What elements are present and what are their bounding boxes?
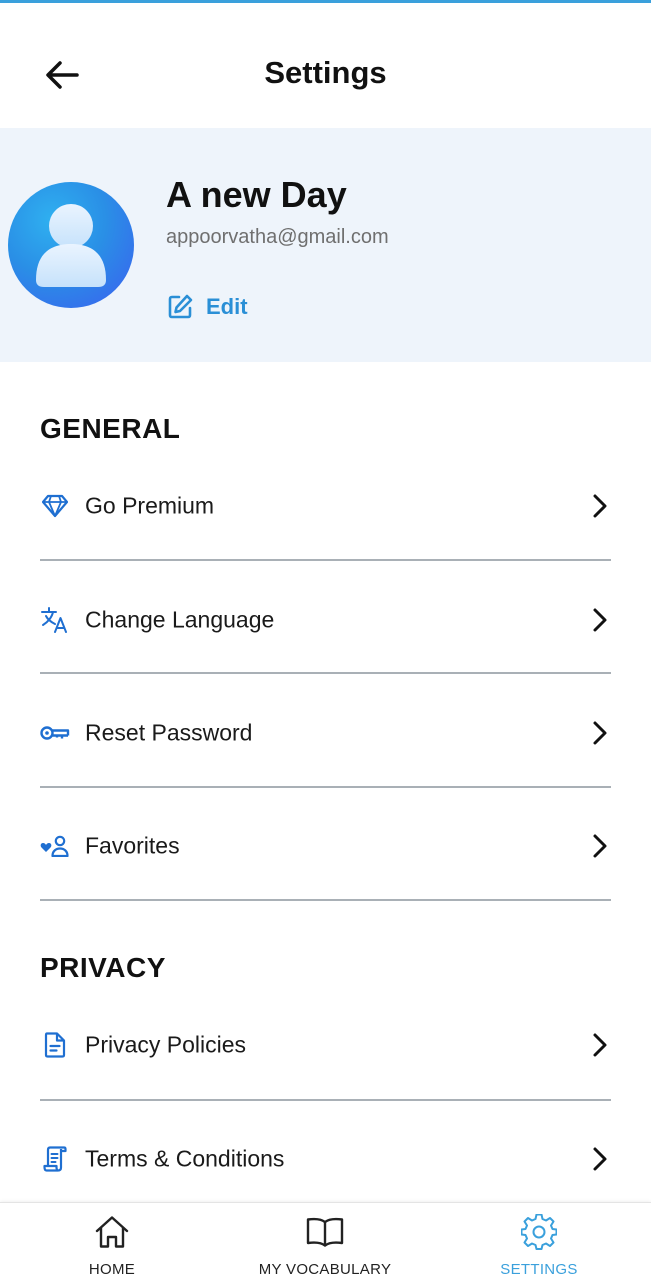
settings-item-label: Terms & Conditions bbox=[85, 1145, 285, 1171]
document-icon bbox=[40, 1030, 70, 1060]
settings-item-favorites[interactable]: Favorites bbox=[40, 789, 611, 902]
profile-name: A new Day bbox=[166, 174, 347, 215]
nav-item-home[interactable]: HOME bbox=[52, 1203, 172, 1280]
nav-item-settings[interactable]: SETTINGS bbox=[486, 1203, 592, 1280]
divider bbox=[40, 559, 611, 561]
settings-item-terms-conditions[interactable]: Terms & Conditions bbox=[40, 1102, 611, 1215]
nav-label: SETTINGS bbox=[500, 1261, 578, 1278]
edit-label: Edit bbox=[206, 294, 248, 319]
divider bbox=[40, 786, 611, 788]
chevron-right-icon bbox=[589, 831, 611, 861]
settings-screen: Settings A new Day appoorvatha@gmail.com bbox=[0, 0, 651, 1280]
settings-item-label: Favorites bbox=[85, 832, 180, 858]
section-title-privacy: PRIVACY bbox=[40, 952, 166, 983]
section-title-general: GENERAL bbox=[40, 413, 181, 444]
home-icon bbox=[92, 1213, 132, 1251]
settings-item-change-language[interactable]: Change Language bbox=[40, 563, 611, 676]
divider bbox=[40, 672, 611, 674]
nav-label: HOME bbox=[88, 1261, 136, 1278]
user-avatar-icon bbox=[36, 204, 106, 287]
edit-icon bbox=[168, 294, 193, 319]
settings-item-label: Go Premium bbox=[85, 492, 215, 518]
settings-item-label: Privacy Policies bbox=[85, 1031, 247, 1057]
gear-icon bbox=[519, 1213, 559, 1251]
edit-profile-button[interactable]: Edit bbox=[166, 290, 248, 324]
chevron-right-icon bbox=[589, 491, 611, 521]
avatar[interactable] bbox=[8, 182, 134, 308]
favorite-person-icon bbox=[40, 831, 70, 861]
settings-item-label: Reset Password bbox=[85, 719, 253, 745]
page-title: Settings bbox=[264, 55, 387, 90]
divider bbox=[40, 899, 611, 901]
settings-item-privacy-policies[interactable]: Privacy Policies bbox=[40, 988, 611, 1101]
chevron-right-icon bbox=[589, 1030, 611, 1060]
chevron-right-icon bbox=[589, 718, 611, 748]
nav-label: MY VOCABULARY bbox=[258, 1261, 392, 1278]
book-icon bbox=[305, 1213, 345, 1251]
translate-icon bbox=[40, 605, 70, 635]
key-icon bbox=[40, 718, 70, 748]
divider bbox=[40, 1099, 611, 1101]
app-header: Settings bbox=[0, 3, 651, 128]
settings-item-reset-password[interactable]: Reset Password bbox=[40, 676, 611, 789]
settings-item-go-premium[interactable]: Go Premium bbox=[40, 449, 611, 562]
chevron-right-icon bbox=[589, 1144, 611, 1174]
profile-email: appoorvatha@gmail.com bbox=[166, 226, 389, 248]
diamond-icon bbox=[40, 491, 70, 521]
bottom-navigation: HOME MY VOCABULARY SETTINGS bbox=[0, 1202, 651, 1280]
scroll-document-icon bbox=[40, 1144, 70, 1174]
settings-item-label: Change Language bbox=[85, 606, 275, 632]
nav-item-my-vocabulary[interactable]: MY VOCABULARY bbox=[254, 1203, 396, 1280]
profile-card: A new Day appoorvatha@gmail.com Edit bbox=[0, 128, 651, 362]
chevron-right-icon bbox=[589, 605, 611, 635]
